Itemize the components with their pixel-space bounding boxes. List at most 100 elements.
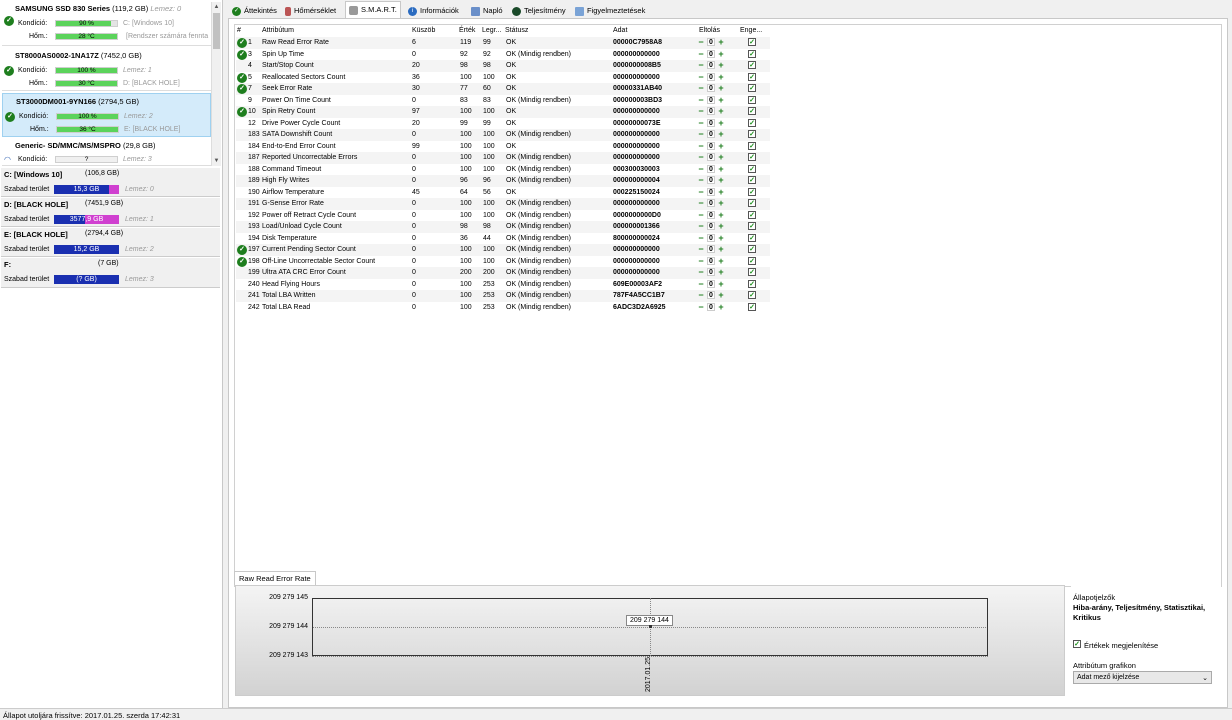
table-row[interactable]: ✓ 1 Raw Read Error Rate 6 119 99 OK 00000C7958A…: [236, 37, 770, 49]
enable-checkbox[interactable]: ✓: [748, 279, 756, 288]
graph-mode-select[interactable]: Adat mező kijelzése ⌄: [1073, 671, 1212, 684]
col-status[interactable]: Státusz: [505, 27, 528, 34]
minus-icon[interactable]: −: [697, 245, 705, 254]
plus-icon[interactable]: +: [717, 107, 725, 116]
plus-icon[interactable]: +: [717, 153, 725, 162]
enable-checkbox[interactable]: ✓: [748, 107, 756, 115]
minus-icon[interactable]: −: [697, 279, 705, 288]
enable-checkbox[interactable]: ✓: [748, 72, 756, 81]
disk-item-1[interactable]: ST8000AS0002-1NA17Z (7452,0 GB) ✓ Kondíc…: [2, 47, 211, 91]
minus-icon[interactable]: −: [697, 107, 705, 116]
offset-value[interactable]: 0: [707, 291, 715, 299]
table-row[interactable]: 187 Reported Uncorrectable Errors 0 100 100 O…: [236, 152, 770, 164]
enable-checkbox[interactable]: ✓: [748, 61, 756, 69]
table-row[interactable]: 242 Total LBA Read 0 100 253 OK (Mindig rendb…: [236, 302, 770, 314]
enable-checkbox[interactable]: ✓: [748, 210, 756, 219]
tab-smart[interactable]: S.M.A.R.T.: [345, 1, 401, 19]
table-row[interactable]: ✓ 197 Current Pending Sector Count 0 100 100 O…: [236, 244, 770, 256]
offset-value[interactable]: 0: [707, 176, 715, 184]
disk-item-0[interactable]: SAMSUNG SSD 830 Series (119,2 GB) Lemez:…: [2, 2, 211, 46]
minus-icon[interactable]: −: [697, 153, 705, 162]
tab-temperature[interactable]: Hőmérséklet: [282, 3, 339, 18]
minus-icon[interactable]: −: [697, 95, 705, 104]
enable-checkbox[interactable]: ✓: [748, 118, 756, 127]
table-row[interactable]: 184 End-to-End Error Count 99 100 100 OK 00000…: [236, 141, 770, 153]
col-num[interactable]: #: [237, 27, 241, 34]
plus-icon[interactable]: +: [717, 49, 725, 58]
offset-value[interactable]: 0: [707, 268, 715, 276]
table-row[interactable]: 9 Power On Time Count 0 83 83 OK (Mindig rend…: [236, 95, 770, 107]
plus-icon[interactable]: +: [717, 72, 725, 81]
minus-icon[interactable]: −: [697, 38, 705, 47]
offset-value[interactable]: 0: [707, 118, 715, 127]
partition-item-0[interactable]: C: [Windows 10] (106,8 GB) Szabad terüle…: [1, 168, 220, 197]
partition-item-3[interactable]: F: (7 GB) Szabad terület (? GB) Lemez: 3: [1, 258, 220, 288]
table-row[interactable]: ✓ 198 Off-Line Uncorrectable Sector Count 0…: [236, 256, 770, 268]
col-value[interactable]: Érték: [459, 27, 475, 34]
scroll-down-icon[interactable]: ▼: [212, 156, 221, 166]
tab-overview[interactable]: ✓ Áttekintés: [229, 3, 280, 18]
table-row[interactable]: 192 Power off Retract Cycle Count 0 100 100 O…: [236, 210, 770, 222]
enable-checkbox[interactable]: ✓: [748, 187, 756, 196]
table-row[interactable]: 189 High Fly Writes 0 96 96 OK (Mindig rendbe…: [236, 175, 770, 187]
plus-icon[interactable]: +: [717, 38, 725, 47]
enable-checkbox[interactable]: ✓: [748, 268, 756, 276]
enable-checkbox[interactable]: ✓: [748, 141, 756, 150]
table-row[interactable]: 240 Head Flying Hours 0 100 253 OK (Mindig re…: [236, 279, 770, 291]
minus-icon[interactable]: −: [697, 268, 705, 277]
offset-value[interactable]: 0: [707, 38, 715, 46]
enable-checkbox[interactable]: ✓: [748, 199, 756, 207]
plus-icon[interactable]: +: [717, 118, 725, 127]
minus-icon[interactable]: −: [697, 210, 705, 219]
plus-icon[interactable]: +: [717, 61, 725, 70]
minus-icon[interactable]: −: [697, 72, 705, 81]
offset-value[interactable]: 0: [707, 164, 715, 173]
plus-icon[interactable]: +: [717, 245, 725, 254]
offset-value[interactable]: 0: [707, 153, 715, 161]
partition-item-2[interactable]: E: [BLACK HOLE] (2794,4 GB) Szabad terül…: [1, 228, 220, 257]
minus-icon[interactable]: −: [697, 61, 705, 70]
minus-icon[interactable]: −: [697, 199, 705, 208]
disk-item-3[interactable]: Generic- SD/MMC/MS/MSPRO (29,8 GB) ◠ Kon…: [2, 138, 211, 166]
partition-item-1[interactable]: D: [BLACK HOLE] (7451,9 GB) Szabad terül…: [1, 198, 220, 227]
plus-icon[interactable]: +: [717, 268, 725, 277]
enable-checkbox[interactable]: ✓: [748, 222, 756, 230]
offset-value[interactable]: 0: [707, 245, 715, 253]
table-row[interactable]: 199 Ultra ATA CRC Error Count 0 200 200 OK (M…: [236, 267, 770, 279]
enable-checkbox[interactable]: ✓: [748, 95, 756, 104]
offset-value[interactable]: 0: [707, 302, 715, 311]
table-row[interactable]: 12 Drive Power Cycle Count 20 99 99 OK 0000000…: [236, 118, 770, 130]
enable-checkbox[interactable]: ✓: [748, 233, 756, 242]
minus-icon[interactable]: −: [697, 233, 705, 242]
offset-value[interactable]: 0: [707, 279, 715, 288]
scroll-up-icon[interactable]: ▲: [212, 2, 221, 12]
table-row[interactable]: ✓ 7 Seek Error Rate 30 77 60 OK 00000331AB40−0 +…: [236, 83, 770, 95]
tab-alerts[interactable]: Figyelmeztetések: [572, 3, 648, 18]
minus-icon[interactable]: −: [697, 187, 705, 196]
table-row[interactable]: 241 Total LBA Written 0 100 253 OK (Mindig re…: [236, 290, 770, 302]
col-offset[interactable]: Eltolás: [699, 27, 720, 34]
col-threshold[interactable]: Küszöb: [412, 27, 435, 34]
table-row[interactable]: ✓ 3 Spin Up Time 0 92 92 OK (Mindig rendben) 00…: [236, 49, 770, 61]
enable-checkbox[interactable]: ✓: [748, 176, 756, 184]
disk-item-2[interactable]: ST3000DM001-9YN166 (2794,5 GB) ✓ Kondíci…: [2, 93, 211, 137]
plus-icon[interactable]: +: [717, 256, 725, 265]
offset-value[interactable]: 0: [707, 84, 715, 92]
table-row[interactable]: 194 Disk Temperature 0 36 44 OK (Mindig rendb…: [236, 233, 770, 245]
scroll-thumb[interactable]: [213, 13, 220, 49]
plus-icon[interactable]: +: [717, 84, 725, 93]
col-data[interactable]: Adat: [613, 27, 627, 34]
enable-checkbox[interactable]: ✓: [748, 153, 756, 161]
offset-value[interactable]: 0: [707, 256, 715, 265]
table-row[interactable]: 191 G-Sense Error Rate 0 100 100 OK (Mindig r…: [236, 198, 770, 210]
plus-icon[interactable]: +: [717, 141, 725, 150]
plus-icon[interactable]: +: [717, 176, 725, 185]
minus-icon[interactable]: −: [697, 222, 705, 231]
col-enable[interactable]: Enge...: [740, 27, 762, 34]
enable-checkbox[interactable]: ✓: [748, 38, 756, 46]
table-row[interactable]: ✓ 5 Reallocated Sectors Count 36 100 100 OK 000…: [236, 72, 770, 84]
offset-value[interactable]: 0: [707, 49, 715, 58]
offset-value[interactable]: 0: [707, 222, 715, 230]
enable-checkbox[interactable]: ✓: [748, 164, 756, 173]
plus-icon[interactable]: +: [717, 187, 725, 196]
